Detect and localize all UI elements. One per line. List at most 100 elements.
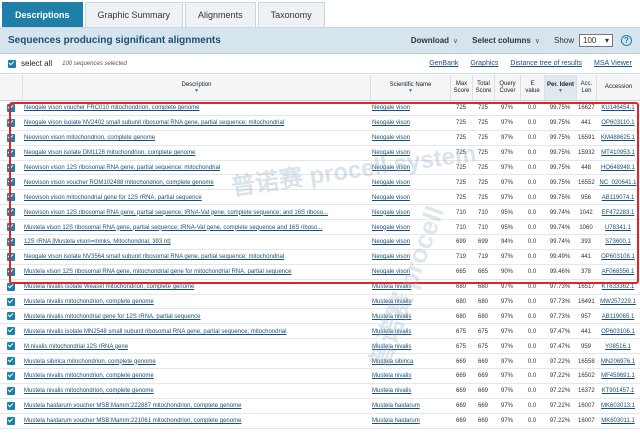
- accession-link[interactable]: AF068556.1: [602, 269, 635, 275]
- row-checkbox[interactable]: [7, 327, 15, 336]
- scientific-name-link[interactable]: Neogale vison: [372, 210, 410, 216]
- tab-alignments[interactable]: Alignments: [185, 2, 256, 27]
- scientific-name-link[interactable]: Neogale vison: [372, 269, 410, 275]
- description-link[interactable]: Neogale vison isolate DM1126 mitochondri…: [24, 150, 195, 156]
- scientific-name-link[interactable]: Neogale vison: [372, 254, 410, 260]
- row-checkbox[interactable]: [7, 386, 15, 395]
- scientific-name-link[interactable]: Mustela nivalis: [372, 299, 411, 305]
- description-link[interactable]: Neogale vison isolate NV2402 small subun…: [24, 120, 284, 126]
- description-link[interactable]: Neovison vison voucher ROM102488 mitocho…: [24, 180, 214, 186]
- description-link[interactable]: Mustela sibirica mitochondrion, complete…: [24, 359, 156, 365]
- select-all-label[interactable]: select all: [21, 59, 52, 68]
- accession-link[interactable]: OP603106.1: [601, 329, 635, 335]
- column-acc-len[interactable]: Acc. Len: [576, 75, 596, 100]
- row-checkbox[interactable]: [7, 163, 15, 172]
- row-checkbox[interactable]: [7, 103, 15, 112]
- column-scientific-name[interactable]: Scientific Name ▼: [370, 75, 450, 100]
- column-total-score[interactable]: Total Score: [472, 75, 494, 100]
- accession-link[interactable]: EF472283.1: [602, 210, 635, 216]
- description-link[interactable]: Mustela nivalis isolate Weasel mitochond…: [24, 284, 194, 290]
- scientific-name-link[interactable]: Mustela nivalis: [372, 373, 411, 379]
- scientific-name-link[interactable]: Neogale vison: [372, 165, 410, 171]
- accession-link[interactable]: MT410953.1: [601, 150, 635, 156]
- description-link[interactable]: Mustela haidarum voucher MSB:Mamm:221061…: [24, 418, 241, 424]
- description-link[interactable]: Mustela haidarum voucher MSB:Mamm:222887…: [24, 403, 241, 409]
- accession-link[interactable]: KT901457.1: [602, 388, 635, 394]
- msa-viewer-link[interactable]: MSA Viewer: [594, 60, 632, 67]
- description-link[interactable]: Neovison vison mitochondrial gene for 12…: [24, 195, 202, 201]
- column-description[interactable]: Description ▼: [22, 75, 370, 100]
- column-max-score[interactable]: Max Score: [450, 75, 472, 100]
- scientific-name-link[interactable]: Mustela nivalis: [372, 284, 411, 290]
- accession-link[interactable]: MK603011.1: [601, 418, 635, 424]
- distance-tree-link[interactable]: Distance tree of results: [510, 60, 582, 67]
- column-query-cover[interactable]: Query Cover: [494, 75, 520, 100]
- row-checkbox[interactable]: [7, 133, 15, 142]
- description-link[interactable]: Neovison vison 12S ribosomal RNA gene, p…: [24, 210, 328, 216]
- row-checkbox[interactable]: [7, 208, 15, 217]
- description-link[interactable]: Neovison vison mitochondrion, complete g…: [24, 135, 155, 141]
- accession-link[interactable]: AB119065.1: [602, 314, 635, 320]
- accession-link[interactable]: MW257229.1: [600, 299, 636, 305]
- row-checkbox[interactable]: [7, 282, 15, 291]
- row-checkbox[interactable]: [7, 371, 15, 380]
- description-link[interactable]: Mustela nivalis mitochondrion, complete …: [24, 388, 154, 394]
- tab-descriptions[interactable]: Descriptions: [2, 2, 83, 27]
- accession-link[interactable]: HQ648948.1: [601, 165, 635, 171]
- accession-link[interactable]: KT633362.1: [602, 284, 635, 290]
- row-checkbox[interactable]: [7, 252, 15, 261]
- accession-link[interactable]: MF459691.1: [601, 373, 635, 379]
- row-checkbox[interactable]: [7, 267, 15, 276]
- scientific-name-link[interactable]: Neogale vison: [372, 195, 410, 201]
- description-link[interactable]: M.nivalis mitochondrial 12S rRNA gene: [24, 344, 128, 350]
- show-count-select[interactable]: 100 ▾: [579, 34, 613, 47]
- scientific-name-link[interactable]: Mustela nivalis: [372, 329, 411, 335]
- select-columns-menu[interactable]: Select columns ∨: [472, 36, 540, 45]
- accession-link[interactable]: NC_020641.1: [599, 180, 636, 186]
- row-checkbox[interactable]: [7, 118, 15, 127]
- description-link[interactable]: Neogale vison isolate NV3564 small subun…: [24, 254, 284, 260]
- scientific-name-link[interactable]: Mustela nivalis: [372, 344, 411, 350]
- description-link[interactable]: Mustela vison 12S ribosomal RNA gene, mi…: [24, 269, 291, 275]
- graphics-link[interactable]: Graphics: [470, 60, 498, 67]
- accession-link[interactable]: S73600.1: [605, 239, 631, 245]
- accession-link[interactable]: OP603108.1: [601, 254, 635, 260]
- row-checkbox[interactable]: [7, 178, 15, 187]
- description-link[interactable]: Mustela nivalis mitochondrion, complete …: [24, 299, 154, 305]
- description-link[interactable]: Mustela vison 12S ribosomal RNA gene, pa…: [24, 225, 322, 231]
- scientific-name-link[interactable]: Neogale vison: [372, 135, 410, 141]
- accession-link[interactable]: KU146454.1: [601, 105, 634, 111]
- accession-link[interactable]: Y08516.1: [605, 344, 631, 350]
- tab-graphic-summary[interactable]: Graphic Summary: [84, 2, 184, 27]
- scientific-name-link[interactable]: Mustela nivalis: [372, 388, 411, 394]
- row-checkbox[interactable]: [7, 148, 15, 157]
- row-checkbox[interactable]: [7, 193, 15, 202]
- accession-link[interactable]: MN206976.1: [601, 359, 635, 365]
- scientific-name-link[interactable]: Neogale vison: [372, 150, 410, 156]
- scientific-name-link[interactable]: Neogale vison: [372, 239, 410, 245]
- accession-link[interactable]: U78341.1: [605, 225, 631, 231]
- row-checkbox[interactable]: [7, 357, 15, 366]
- description-link[interactable]: 12S rRNA [Mustela vison=minks, Mitochond…: [24, 239, 171, 245]
- column-per-ident[interactable]: Per. Ident ▼: [544, 75, 576, 100]
- scientific-name-link[interactable]: Neogale vison: [372, 105, 410, 111]
- description-link[interactable]: Mustela nivalis isolate MN2548 small sub…: [24, 329, 286, 335]
- help-icon[interactable]: ?: [621, 35, 632, 46]
- select-all-checkbox[interactable]: [8, 59, 16, 68]
- column-e-value[interactable]: E value: [520, 75, 544, 100]
- row-checkbox[interactable]: [7, 297, 15, 306]
- scientific-name-link[interactable]: Neogale vison: [372, 120, 410, 126]
- description-link[interactable]: Mustela nivalis mitochondrial gene for 1…: [24, 314, 200, 320]
- accession-link[interactable]: AB119074.1: [602, 195, 635, 201]
- genbank-link[interactable]: GenBank: [429, 60, 458, 67]
- row-checkbox[interactable]: [7, 416, 15, 425]
- accession-link[interactable]: KM488625.1: [601, 135, 635, 141]
- description-link[interactable]: Neovison vison 12S ribosomal RNA gene, p…: [24, 165, 220, 171]
- scientific-name-link[interactable]: Mustela haidarum: [372, 403, 420, 409]
- scientific-name-link[interactable]: Mustela nivalis: [372, 314, 411, 320]
- scientific-name-link[interactable]: Mustela sibirica: [372, 359, 413, 365]
- row-checkbox[interactable]: [7, 237, 15, 246]
- scientific-name-link[interactable]: Mustela haidarum: [372, 418, 420, 424]
- download-menu[interactable]: Download ∨: [411, 36, 458, 45]
- description-link[interactable]: Neogale vison voucher FRC010 mitochondri…: [24, 105, 199, 111]
